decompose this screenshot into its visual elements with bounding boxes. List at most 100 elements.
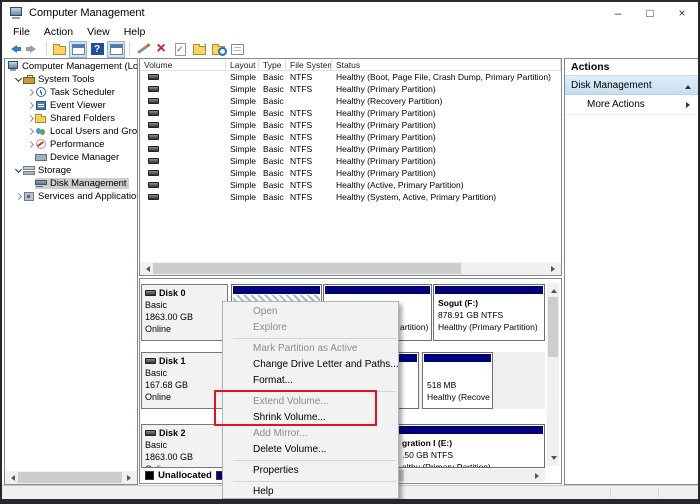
volume-layout: Simple: [226, 72, 259, 82]
delete-icon[interactable]: [152, 41, 170, 58]
scrollbar-thumb[interactable]: [153, 263, 461, 274]
scroll-right-arrow[interactable]: [548, 262, 561, 275]
folder-up-icon[interactable]: [190, 41, 208, 58]
show-window-icon[interactable]: [69, 41, 87, 58]
scroll-right-arrow[interactable]: [532, 469, 545, 482]
menu-item-add-mirror[interactable]: Add Mirror...: [223, 426, 398, 442]
chevron-right-icon[interactable]: [25, 87, 35, 97]
column-type[interactable]: Type: [259, 59, 286, 70]
chevron-right-icon[interactable]: [13, 191, 23, 201]
scroll-down-arrow[interactable]: [547, 453, 560, 466]
volume-row[interactable]: Simple Basic NTFS Healthy (Primary Parti…: [140, 167, 561, 179]
shared-folders-icon: [35, 113, 47, 124]
menu-help[interactable]: Help: [117, 25, 153, 39]
scrollbar-thumb[interactable]: [18, 472, 122, 483]
menu-item-open[interactable]: Open: [223, 304, 398, 320]
volume-status: Healthy (Recovery Partition): [332, 96, 561, 106]
column-status[interactable]: Status: [332, 59, 561, 70]
menu-file[interactable]: File: [6, 25, 37, 39]
volume-row[interactable]: Simple Basic NTFS Healthy (Boot, Page Fi…: [140, 71, 561, 83]
volume-row[interactable]: Simple Basic NTFS Healthy (Primary Parti…: [140, 107, 561, 119]
menu-action[interactable]: Action: [37, 25, 80, 39]
menu-item-properties[interactable]: Properties: [223, 463, 398, 479]
properties-icon[interactable]: [228, 41, 246, 58]
menu-view[interactable]: View: [80, 25, 117, 39]
menu-item-mark-partition-as-active[interactable]: Mark Partition as Active: [223, 341, 398, 357]
tree-item-disk-management[interactable]: Disk Management: [5, 176, 137, 189]
chevron-right-icon[interactable]: [25, 100, 35, 110]
help-icon[interactable]: [88, 41, 106, 58]
column-file-system[interactable]: File System: [286, 59, 332, 70]
tree-horizontal-scrollbar[interactable]: [5, 471, 137, 484]
volume-fs: NTFS: [286, 168, 332, 178]
tools-icon[interactable]: [133, 41, 151, 58]
scroll-left-arrow[interactable]: [5, 471, 18, 484]
volume-row[interactable]: Simple Basic NTFS Healthy (Primary Parti…: [140, 131, 561, 143]
chevron-right-icon[interactable]: [25, 126, 35, 136]
volume-row[interactable]: Simple Basic NTFS Healthy (Primary Parti…: [140, 143, 561, 155]
tree-item-local-users-and-groups[interactable]: Local Users and Groups: [5, 124, 137, 137]
collapse-icon[interactable]: [685, 82, 691, 89]
volume-layout: Simple: [226, 192, 259, 202]
volume-type: Basic: [259, 84, 286, 94]
back-icon[interactable]: [5, 41, 23, 58]
show-action-pane-icon[interactable]: [107, 41, 125, 58]
chevron-right-icon[interactable]: [25, 139, 35, 149]
folder-find-icon[interactable]: [209, 41, 227, 58]
volume-type: Basic: [259, 72, 286, 82]
users-icon: [35, 126, 47, 137]
minimize-button[interactable]: –: [602, 2, 634, 24]
tree-item-computer-management[interactable]: Computer Management (Local: [5, 59, 137, 72]
volume-row[interactable]: Simple Basic NTFS Healthy (System, Activ…: [140, 191, 561, 203]
volume-fs: NTFS: [286, 144, 332, 154]
chevron-down-icon[interactable]: [13, 74, 23, 84]
disk-0-partition-sogut[interactable]: Sogut (F:) 878.91 GB NTFS Healthy (Prima…: [433, 284, 545, 341]
volume-horizontal-scrollbar[interactable]: [140, 262, 561, 275]
tree-item-device-manager[interactable]: Device Manager: [5, 150, 137, 163]
more-actions-item[interactable]: More Actions: [565, 95, 699, 115]
partition-size: 878.91 GB NTFS: [438, 309, 542, 321]
tree-item-performance[interactable]: Performance: [5, 137, 137, 150]
scroll-right-arrow[interactable]: [124, 471, 137, 484]
forward-icon[interactable]: [24, 41, 42, 58]
menu-item-help[interactable]: Help: [223, 484, 398, 500]
column-layout[interactable]: Layout: [226, 59, 259, 70]
tree-item-label: Performance: [50, 139, 104, 150]
tree-item-task-scheduler[interactable]: Task Scheduler: [5, 85, 137, 98]
menu-item-change-drive-letter-and-paths[interactable]: Change Drive Letter and Paths...: [223, 357, 398, 373]
maximize-button[interactable]: □: [634, 2, 666, 24]
column-volume[interactable]: Volume: [140, 59, 226, 70]
scroll-up-arrow[interactable]: [547, 283, 560, 296]
scrollbar-thumb[interactable]: [548, 297, 558, 357]
tree-item-storage[interactable]: Storage: [5, 163, 137, 176]
chevron-right-icon[interactable]: [25, 113, 35, 123]
performance-icon: [35, 139, 47, 150]
volume-row[interactable]: Simple Basic NTFS Healthy (Active, Prima…: [140, 179, 561, 191]
menu-item-format[interactable]: Format...: [223, 373, 398, 389]
show-console-tree-icon[interactable]: [50, 41, 68, 58]
disk-1-partition-recovery[interactable]: 518 MB Healthy (Recove: [422, 352, 493, 409]
scroll-left-arrow[interactable]: [140, 262, 153, 275]
disk-2-label[interactable]: Disk 2 Basic 1863.00 GB Online: [141, 424, 228, 468]
close-button[interactable]: ×: [666, 2, 698, 24]
chevron-down-icon[interactable]: [13, 165, 23, 175]
tree-item-system-tools[interactable]: System Tools: [5, 72, 137, 85]
volume-row[interactable]: Simple Basic NTFS Healthy (Primary Parti…: [140, 83, 561, 95]
volume-layout: Simple: [226, 180, 259, 190]
menu-item-explore[interactable]: Explore: [223, 320, 398, 336]
volume-row[interactable]: Simple Basic NTFS Healthy (Primary Parti…: [140, 119, 561, 131]
actions-group-disk-management[interactable]: Disk Management: [565, 76, 699, 95]
tree-item-event-viewer[interactable]: Event Viewer: [5, 98, 137, 111]
tree-item-label: Event Viewer: [50, 100, 106, 111]
tree-item-shared-folders[interactable]: Shared Folders: [5, 111, 137, 124]
disk-vertical-scrollbar[interactable]: [547, 283, 559, 466]
menu-item-delete-volume[interactable]: Delete Volume...: [223, 442, 398, 458]
volume-row[interactable]: Simple Basic NTFS Healthy (Primary Parti…: [140, 155, 561, 167]
disk-0-label[interactable]: Disk 0 Basic 1863.00 GB Online: [141, 284, 228, 341]
volume-icon: [148, 170, 159, 176]
volume-row[interactable]: Simple Basic Healthy (Recovery Partition…: [140, 95, 561, 107]
tree-item-label: Device Manager: [50, 152, 119, 163]
services-icon: [23, 191, 35, 202]
tree-item-services-and-applications[interactable]: Services and Applications: [5, 189, 137, 202]
check-document-icon[interactable]: [171, 41, 189, 58]
